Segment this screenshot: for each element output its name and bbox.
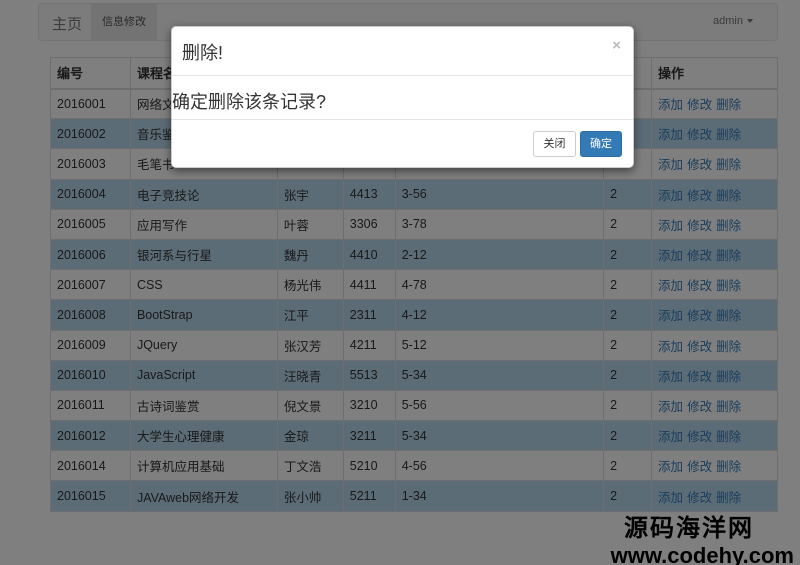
modal-title: 删除! [182,43,224,63]
modal-body: 确定删除该条记录? [172,76,633,120]
modal-header: 删除! × [172,27,633,76]
watermark-line2: www.codehy.com [610,543,794,565]
close-icon[interactable]: × [612,37,621,54]
modal-message: 确定删除该条记录? [172,92,327,112]
modal-footer: 关闭 确定 [172,120,633,167]
confirm-button[interactable]: 确定 [580,131,622,157]
delete-confirm-modal: 删除! × 确定删除该条记录? 关闭 确定 [171,26,634,168]
close-button[interactable]: 关闭 [533,131,576,157]
watermark-line1: 源码海洋网 [624,515,754,542]
watermark: 源码海洋网 www.codehy.com [611,508,794,565]
